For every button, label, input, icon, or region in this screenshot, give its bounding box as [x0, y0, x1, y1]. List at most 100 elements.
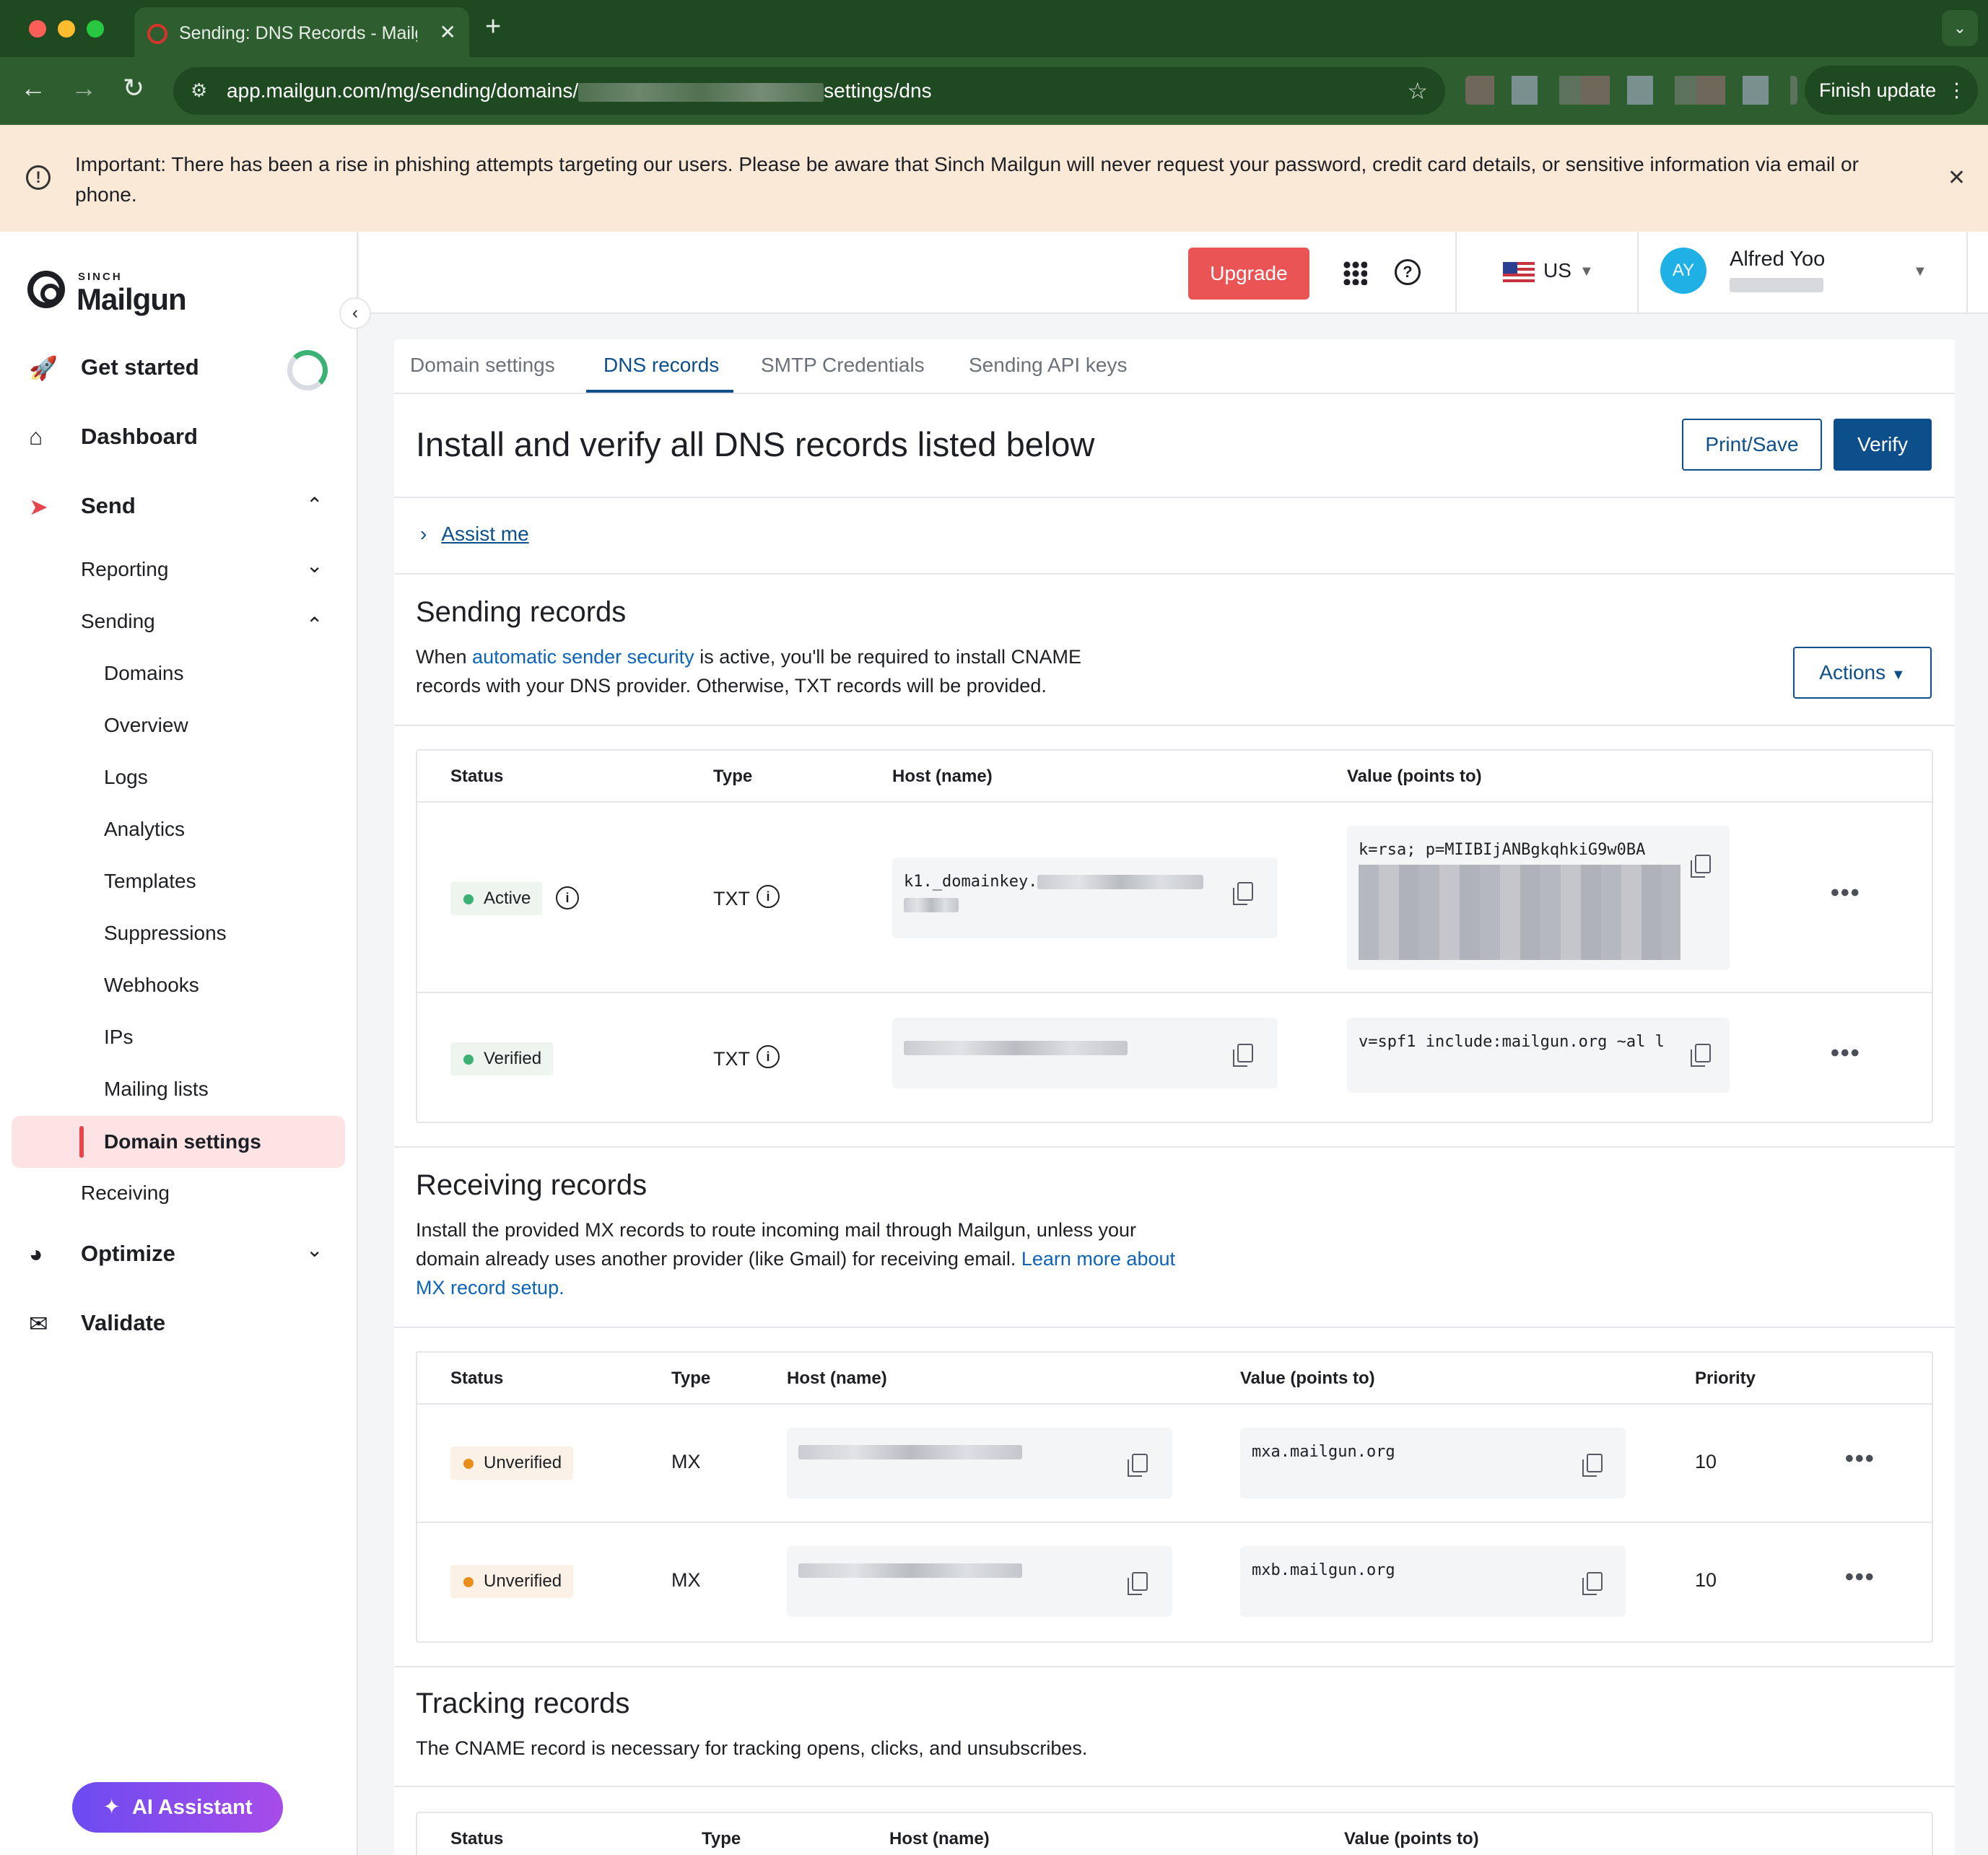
status-badge: Verified [450, 1042, 554, 1075]
chevron-up-icon[interactable]: ⌃ [306, 613, 323, 637]
sidebar-item-overview[interactable]: Overview [104, 714, 188, 737]
host-value [892, 1018, 1278, 1088]
sidebar-item-validate[interactable]: ✉ Validate [29, 1310, 165, 1337]
rocket-icon: 🚀 [29, 355, 58, 381]
divider [394, 725, 1955, 726]
sidebar-item-get-started[interactable]: 🚀 Get started [29, 354, 199, 382]
minimize-window-button[interactable] [58, 20, 75, 38]
tab-sending-api-keys[interactable]: Sending API keys [969, 354, 1127, 377]
info-icon[interactable]: i [757, 1045, 780, 1068]
divider [394, 497, 1955, 498]
more-options-icon[interactable]: ••• [1845, 1445, 1875, 1473]
sidebar-item-optimize[interactable]: ◕ Optimize [29, 1241, 175, 1267]
host-value: k1._domainkey. [892, 857, 1278, 938]
site-settings-icon[interactable]: ⚙ [191, 79, 207, 102]
sidebar-item-domain-settings[interactable]: Domain settings [12, 1116, 345, 1168]
value-points-to: mxa.mailgun.org [1240, 1428, 1626, 1498]
sidebar-item-logs[interactable]: Logs [104, 766, 148, 789]
tab-dns-records[interactable]: DNS records [603, 354, 719, 377]
sparkle-icon: ✦ [103, 1796, 121, 1819]
copy-icon[interactable] [1128, 1572, 1148, 1595]
column-header: Type [713, 767, 753, 786]
domain-tabs: Domain settings DNS records SMTP Credent… [394, 339, 1955, 394]
apps-grid-icon[interactable] [1343, 261, 1367, 285]
page-title: Install and verify all DNS records liste… [416, 425, 1095, 463]
copy-icon[interactable] [1233, 882, 1253, 905]
column-header: Status [450, 1829, 504, 1849]
sending-records-desc: When automatic sender security is active… [416, 646, 1082, 697]
maximize-window-button[interactable] [87, 20, 104, 38]
chevron-up-icon[interactable]: ⌃ [306, 493, 323, 517]
copy-icon[interactable] [1128, 1454, 1148, 1477]
collapse-sidebar-button[interactable]: ‹ [339, 297, 371, 329]
priority-value: 10 [1695, 1451, 1717, 1472]
column-header: Value (points to) [1347, 767, 1482, 786]
copy-icon[interactable] [1582, 1572, 1603, 1595]
sidebar-item-dashboard[interactable]: ⌂ Dashboard [29, 424, 198, 450]
upgrade-button[interactable]: Upgrade [1188, 248, 1309, 300]
reload-icon[interactable]: ↻ [123, 73, 144, 103]
sidebar-item-reporting[interactable]: Reporting [81, 558, 168, 581]
automatic-sender-security-link[interactable]: automatic sender security [472, 646, 694, 668]
sidebar-item-receiving[interactable]: Receiving [81, 1182, 170, 1205]
verify-button[interactable]: Verify [1834, 419, 1932, 471]
more-options-icon[interactable]: ••• [1831, 1039, 1861, 1068]
sidebar-item-suppressions[interactable]: Suppressions [104, 922, 227, 945]
copy-icon[interactable] [1233, 1044, 1253, 1067]
active-indicator [79, 1126, 84, 1158]
chevron-down-icon[interactable]: ⌄ [306, 554, 323, 577]
divider [1455, 232, 1457, 314]
back-icon[interactable]: ← [20, 73, 46, 103]
record-type: TXT [713, 1048, 750, 1070]
assist-me-link[interactable]: › Assist me [420, 523, 529, 546]
copy-icon[interactable] [1582, 1454, 1603, 1477]
tab-close-icon[interactable]: ✕ [440, 20, 456, 44]
close-window-button[interactable] [29, 20, 46, 38]
sidebar-item-ips[interactable]: IPs [104, 1026, 133, 1049]
sidebar-item-templates[interactable]: Templates [104, 870, 196, 893]
receiving-records-table: Status Type Host (name) Value (points to… [416, 1351, 1933, 1643]
divider [417, 801, 1932, 803]
caret-down-icon: ▼ [1913, 263, 1927, 279]
tab-smtp-credentials[interactable]: SMTP Credentials [761, 354, 925, 377]
extension-icons[interactable] [1465, 76, 1797, 105]
dns-records-card: Domain settings DNS records SMTP Credent… [394, 339, 1955, 1855]
tab-domain-settings[interactable]: Domain settings [410, 354, 555, 377]
banner-close-icon[interactable]: ✕ [1948, 165, 1966, 191]
divider [394, 1786, 1955, 1787]
tab-search-icon[interactable]: ⌄ [1942, 10, 1978, 46]
tracking-records-desc: The CNAME record is necessary for tracki… [416, 1737, 1088, 1759]
caret-down-icon: ▼ [1891, 667, 1906, 683]
sidebar-item-domains[interactable]: Domains [104, 662, 183, 685]
ai-assistant-button[interactable]: ✦ AI Assistant [72, 1782, 283, 1833]
column-header: Type [671, 1369, 711, 1388]
gauge-icon: ◕ [29, 1241, 43, 1267]
copy-icon[interactable] [1691, 1044, 1711, 1067]
divider [1637, 232, 1639, 314]
sidebar-item-analytics[interactable]: Analytics [104, 818, 185, 841]
divider [394, 573, 1955, 575]
user-name: Alfred Yoo [1730, 248, 1826, 271]
sending-records-table: Status Type Host (name) Value (points to… [416, 749, 1933, 1123]
info-icon[interactable]: i [556, 886, 579, 909]
copy-icon[interactable] [1691, 855, 1711, 878]
finish-update-button[interactable]: Finish update ⋮ [1805, 66, 1978, 115]
bookmark-star-icon[interactable]: ☆ [1407, 77, 1428, 105]
chevron-down-icon[interactable]: ⌄ [306, 1238, 323, 1262]
help-icon[interactable]: ? [1395, 259, 1421, 285]
print-save-button[interactable]: Print/Save [1682, 419, 1822, 471]
info-icon[interactable]: i [757, 885, 780, 908]
sidebar-item-webhooks[interactable]: Webhooks [104, 974, 199, 997]
actions-button[interactable]: Actions ▼ [1793, 647, 1932, 699]
user-email-redacted [1730, 278, 1823, 292]
sidebar-item-sending[interactable]: Sending [81, 610, 155, 633]
more-options-icon[interactable]: ••• [1831, 879, 1861, 907]
new-tab-icon[interactable]: + [485, 12, 501, 43]
sidebar-item-mailing-lists[interactable]: Mailing lists [104, 1078, 209, 1101]
more-options-icon[interactable]: ••• [1845, 1563, 1875, 1592]
divider [1966, 232, 1968, 314]
browser-tab[interactable]: Sending: DNS Records - Mailgun ✕ [134, 7, 469, 57]
address-bar[interactable]: ⚙ app.mailgun.com/mg/sending/domains/set… [173, 67, 1445, 115]
sidebar-item-send[interactable]: ➤ Send [29, 493, 136, 520]
forward-icon[interactable]: → [71, 73, 97, 103]
